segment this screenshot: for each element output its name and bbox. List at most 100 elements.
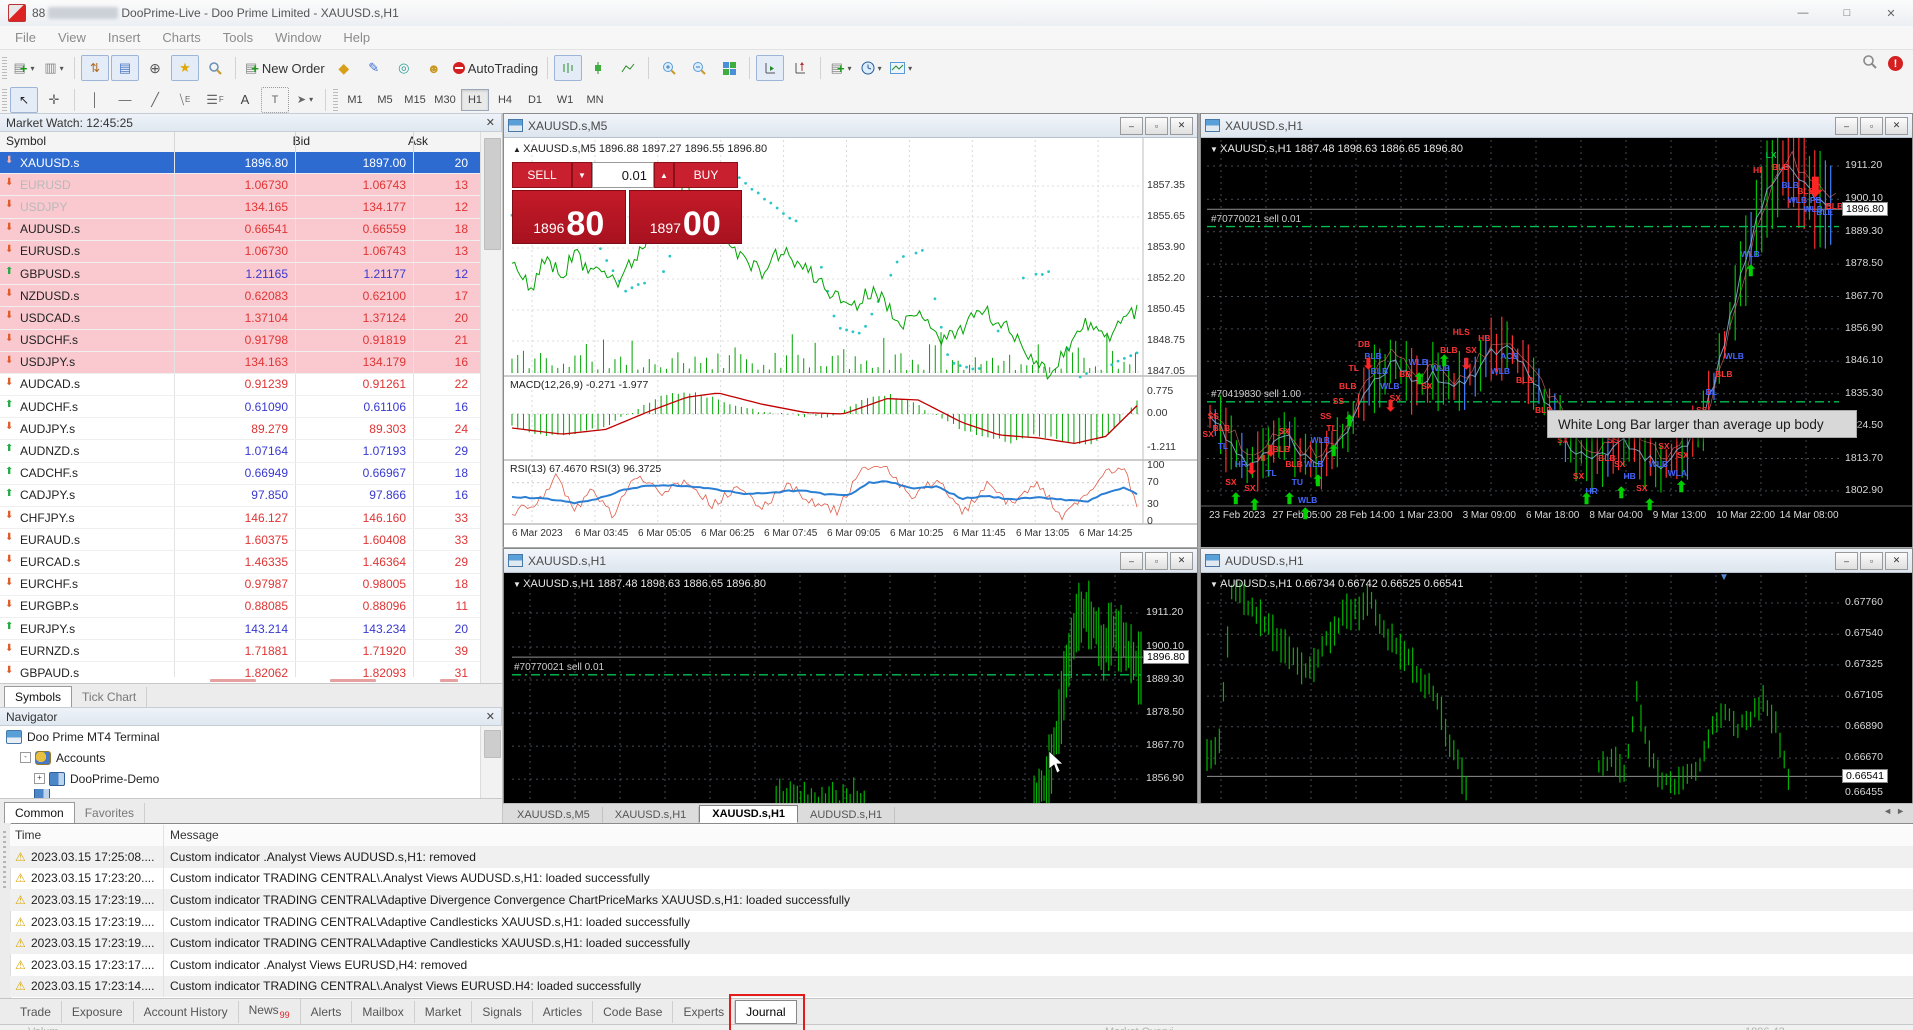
collapse-icon[interactable]: ▼ (513, 580, 523, 589)
line-chart-icon[interactable] (614, 55, 642, 81)
navigator-scrollbar[interactable] (480, 726, 503, 798)
text-tool-icon[interactable]: A (231, 87, 259, 113)
market-watch-close-icon[interactable]: ✕ (486, 116, 495, 129)
chart-tab-xauusd-s-m5-0[interactable]: XAUUSD.s,M5 (505, 807, 603, 823)
market-watch-row-usdjpy[interactable]: ⬇USDJPY134.165134.17712 (0, 196, 480, 218)
journal-row[interactable]: ⚠2023.03.15 17:23:14....Custom indicator… (10, 976, 1913, 998)
terminal-tab-news[interactable]: News99 (239, 999, 301, 1023)
collapse-icon[interactable]: ▼ (1210, 580, 1220, 589)
window-minimize-icon[interactable]: – (1835, 552, 1858, 570)
market-watch-row-cadjpy-s[interactable]: ⬆CADJPY.s97.85097.86616 (0, 485, 480, 507)
menu-window[interactable]: Window (264, 27, 332, 48)
autotrading-button[interactable]: AutoTrading (450, 55, 541, 81)
strategy-tester-icon[interactable] (201, 55, 229, 81)
timeframe-m5[interactable]: M5 (371, 89, 399, 111)
channel-icon[interactable]: ⧹E (171, 87, 199, 113)
close-button[interactable]: ✕ (1869, 0, 1913, 26)
terminal-tab-experts[interactable]: Experts (673, 1001, 735, 1023)
minimize-button[interactable]: — (1781, 0, 1825, 26)
chart-window-titlebar[interactable]: XAUUSD.s,H1–▫✕ (504, 549, 1197, 573)
menu-insert[interactable]: Insert (97, 27, 152, 48)
timeframe-m1[interactable]: M1 (341, 89, 369, 111)
chart-window-m5[interactable]: XAUUSD.s,M5–▫✕1857.351855.651853.901852.… (503, 113, 1198, 547)
market-watch-row-usdchf-s[interactable]: ⬇USDCHF.s0.917980.9181921 (0, 330, 480, 352)
menu-file[interactable]: File (4, 27, 47, 48)
volume-increase-stepper[interactable]: ▲ (654, 162, 674, 188)
expander-icon[interactable]: - (20, 752, 31, 763)
terminal-tab-trade[interactable]: Trade (10, 1001, 62, 1023)
window-close-icon[interactable]: ✕ (1885, 552, 1908, 570)
journal-row[interactable]: ⚠2023.03.15 17:23:19....Custom indicator… (10, 932, 1913, 954)
terminal-tab-signals[interactable]: Signals (472, 1001, 532, 1023)
chart-window-titlebar[interactable]: XAUUSD.s,M5–▫✕ (504, 114, 1197, 138)
market-watch-row-gbpusd-s[interactable]: ⬆GBPUSD.s1.211651.2117712 (0, 263, 480, 285)
tile-windows-icon[interactable] (715, 55, 743, 81)
indicators-button[interactable]: ▤+▾ (827, 55, 855, 81)
data-window-icon[interactable]: ▤ (111, 55, 139, 81)
market-watch-row-eurjpy-s[interactable]: ⬆EURJPY.s143.214143.23420 (0, 618, 480, 640)
chart-body-m5[interactable]: 1857.351855.651853.901852.201850.451848.… (504, 138, 1197, 547)
terminal-tab-articles[interactable]: Articles (533, 1001, 593, 1023)
chart-tab-xauusd-s-h1-1[interactable]: XAUUSD.s,H1 (603, 807, 700, 823)
templates-button[interactable]: ▾ (887, 55, 915, 81)
trendline-icon[interactable]: ╱ (141, 87, 169, 113)
window-minimize-icon[interactable]: – (1120, 552, 1143, 570)
chart-tab-xauusd-s-h1-2[interactable]: XAUUSD.s,H1 (699, 805, 798, 823)
chart-window-h1b[interactable]: XAUUSD.s,H1–▫✕1911.201900.101889.301878.… (503, 548, 1198, 823)
crosshair-tool-icon[interactable]: ✛ (40, 87, 68, 113)
collapse-icon[interactable]: ▼ (1210, 145, 1220, 154)
cursor-tool-icon[interactable]: ↖ (10, 87, 38, 113)
window-restore-icon[interactable]: ▫ (1145, 117, 1168, 135)
navigator-item-accounts[interactable]: -Accounts (0, 747, 480, 768)
timeframe-h4[interactable]: H4 (491, 89, 519, 111)
profiles-button[interactable]: ▥▾ (40, 55, 68, 81)
menu-view[interactable]: View (47, 27, 97, 48)
expander-icon[interactable]: + (34, 773, 45, 784)
menu-charts[interactable]: Charts (151, 27, 211, 48)
collapse-icon[interactable]: ▲ (513, 145, 523, 154)
market-watch-row-cadchf-s[interactable]: ⬆CADCHF.s0.669490.6696718 (0, 463, 480, 485)
chart-window-h1[interactable]: XAUUSD.s,H1–▫✕1911.201900.101889.301878.… (1200, 113, 1913, 547)
timeframe-m30[interactable]: M30 (431, 89, 459, 111)
market-watch-row-audusd-s[interactable]: ⬇AUDUSD.s0.665410.6655918 (0, 219, 480, 241)
toolbar-grip[interactable] (2, 57, 7, 79)
market-watch-row-euraud-s[interactable]: ⬇EURAUD.s1.603751.6040833 (0, 529, 480, 551)
volume-decrease-stepper[interactable]: ▼ (572, 162, 592, 188)
buy-button[interactable]: BUY (674, 162, 738, 188)
sell-price-button[interactable]: 189680 (512, 190, 626, 244)
market-watch-row-eurchf-s[interactable]: ⬇EURCHF.s0.979870.9800518 (0, 574, 480, 596)
window-minimize-icon[interactable]: – (1120, 117, 1143, 135)
bar-chart-icon[interactable] (554, 55, 582, 81)
navigator-item-doo-prime-mt4-terminal[interactable]: Doo Prime MT4 Terminal (0, 726, 480, 747)
navigator-item-dooprime-demo[interactable]: +DooPrime-Demo (0, 768, 480, 789)
chart-tab-audusd-s-h1-3[interactable]: AUDUSD.s,H1 (798, 807, 895, 823)
market-watch-row-chfjpy-s[interactable]: ⬇CHFJPY.s146.127146.16033 (0, 507, 480, 529)
menu-help[interactable]: Help (332, 27, 381, 48)
window-restore-icon[interactable]: ▫ (1145, 552, 1168, 570)
text-label-icon[interactable]: T (261, 87, 289, 113)
chart-body-h1[interactable]: 1911.201900.101889.301878.501867.701856.… (1201, 138, 1912, 547)
chart-body-aud[interactable]: 0.677600.675400.673250.671050.668900.666… (1201, 573, 1912, 823)
timeframe-h1[interactable]: H1 (461, 89, 489, 111)
zoom-in-icon[interactable] (655, 55, 683, 81)
broadcast-icon[interactable]: ◎ (390, 55, 418, 81)
horizontal-line-icon[interactable]: — (111, 87, 139, 113)
journal-row[interactable]: ⚠2023.03.15 17:23:19....Custom indicator… (10, 889, 1913, 911)
terminal-tab-market[interactable]: Market (415, 1001, 473, 1023)
market-watch-toggle-icon[interactable]: ⇅ (81, 55, 109, 81)
chart-tabs-scroll-arrows[interactable]: ◄► (1883, 806, 1909, 816)
market-watch-scrollbar[interactable] (480, 132, 503, 683)
one-click-trading-widget[interactable]: SELL▼0.01▲BUY189680189700 (512, 162, 742, 244)
market-watch-row-usdcad-s[interactable]: ⬇USDCAD.s1.371041.3712420 (0, 307, 480, 329)
window-close-icon[interactable]: ✕ (1170, 552, 1193, 570)
market-watch-row-audnzd-s[interactable]: ⬆AUDNZD.s1.071641.0719329 (0, 440, 480, 462)
menu-tools[interactable]: Tools (212, 27, 264, 48)
tab-favorites[interactable]: Favorites (75, 803, 145, 823)
terminal-tab-mailbox[interactable]: Mailbox (352, 1001, 414, 1023)
arrows-tool-button[interactable]: ➤▾ (291, 87, 319, 113)
sell-button[interactable]: SELL (512, 162, 572, 188)
tab-tick-chart[interactable]: Tick Chart (72, 687, 147, 707)
community-icon[interactable]: ☻ (420, 55, 448, 81)
navigator-toggle-icon[interactable]: ⊕ (141, 55, 169, 81)
timeframe-m15[interactable]: M15 (401, 89, 429, 111)
